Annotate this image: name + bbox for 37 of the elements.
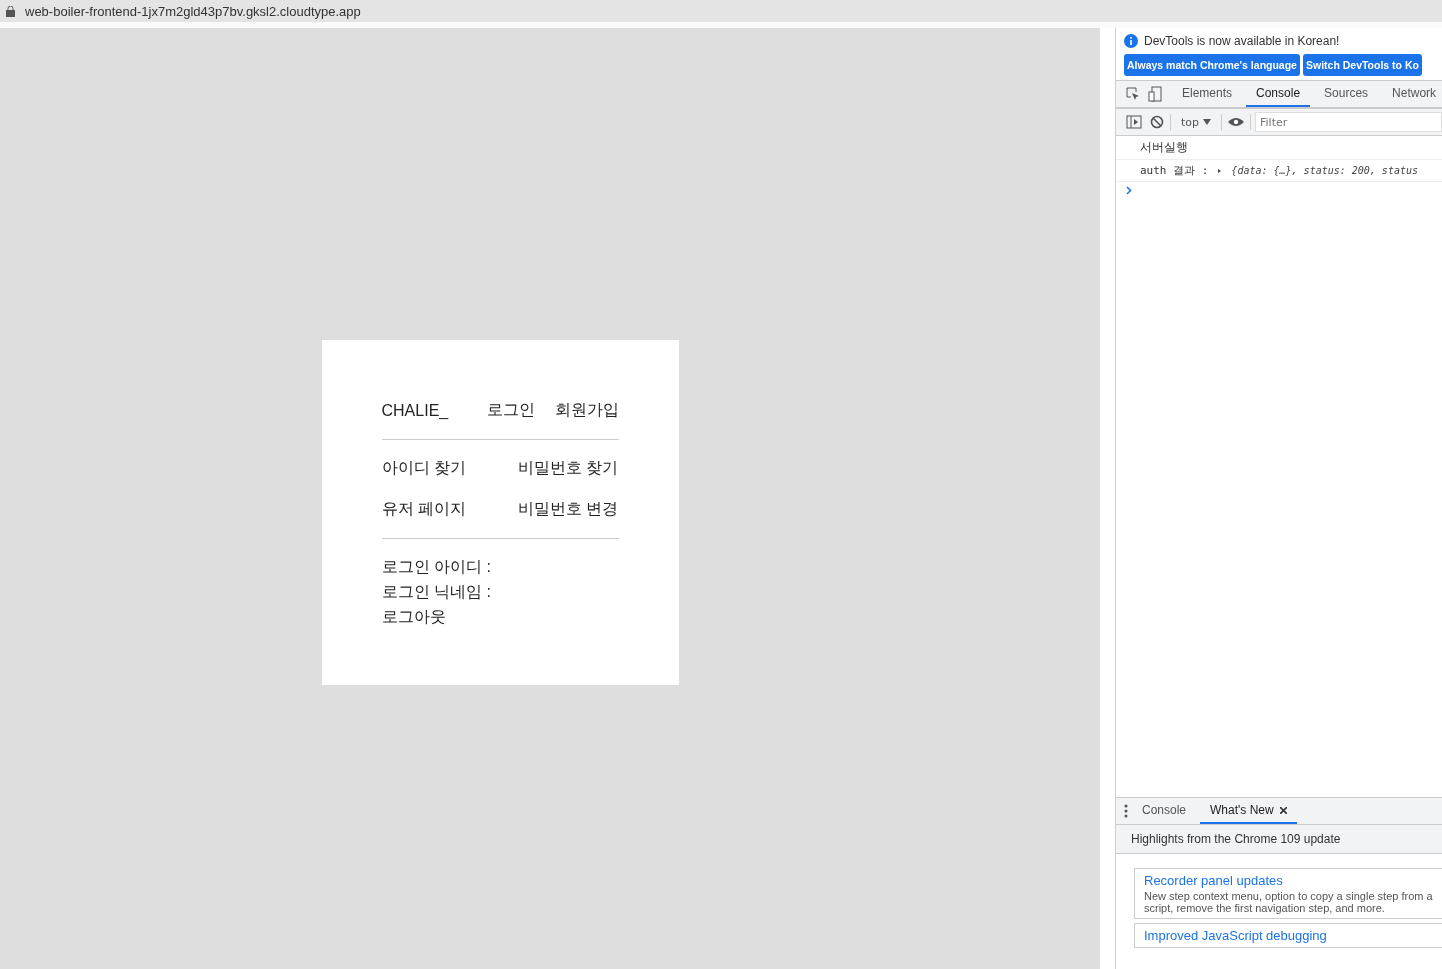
notice-text: DevTools is now available in Korean! bbox=[1144, 34, 1340, 48]
info-text: 로그아웃 bbox=[381, 607, 447, 627]
feature-description: New step context menu, option to copy a single step from a script, remove the first navigation step, and more. bbox=[1144, 891, 1433, 915]
devtools-tab[interactable]: Sources bbox=[1314, 81, 1379, 107]
caret-icon bbox=[1203, 119, 1212, 125]
prompt-icon bbox=[1126, 186, 1132, 195]
close-icon[interactable] bbox=[1279, 807, 1287, 814]
url-text[interactable]: web-boiler-frontend-1jx7m2gld43p7bv.gksl2.cloudtype.app bbox=[25, 3, 361, 19]
menu-link[interactable]: 비밀번호 변경 bbox=[518, 499, 619, 520]
info-text: 로그인 닉네임 : bbox=[381, 582, 492, 602]
context-dropdown[interactable]: top bbox=[1175, 114, 1218, 130]
more-icon[interactable] bbox=[1124, 804, 1128, 818]
info-icon bbox=[1124, 34, 1138, 48]
menu-link[interactable]: 유저 페이지 bbox=[381, 499, 466, 520]
console-label: auth 결과 : bbox=[1140, 163, 1209, 178]
drawer-tab[interactable]: Console bbox=[1132, 798, 1197, 824]
lock-icon bbox=[6, 5, 15, 17]
feature-link[interactable]: Improved JavaScript debugging bbox=[1144, 928, 1433, 944]
menu-link[interactable]: 아이디 찾기 bbox=[381, 458, 466, 479]
language-button[interactable]: Always match Chrome's language bbox=[1124, 54, 1300, 76]
nav-link[interactable]: 로그인 bbox=[486, 400, 535, 421]
clear-icon[interactable] bbox=[1148, 113, 1166, 131]
device-icon[interactable] bbox=[1146, 84, 1164, 104]
feature-link[interactable]: Recorder panel updates bbox=[1144, 873, 1433, 888]
brand-text: CHALIE_ bbox=[381, 401, 449, 420]
expand-icon[interactable] bbox=[1218, 166, 1222, 175]
nav-link[interactable]: 회원가입 bbox=[554, 400, 619, 421]
language-button[interactable]: Switch DevTools to Ko bbox=[1302, 54, 1422, 76]
filter-field[interactable]: Filter bbox=[1255, 112, 1442, 132]
info-text: 로그인 아이디 : bbox=[381, 557, 492, 577]
sidebar-icon[interactable] bbox=[1124, 113, 1144, 131]
object-preview[interactable]: {data: {…}, status: 200, status bbox=[1231, 165, 1418, 176]
console-message: 서버실행 bbox=[1140, 139, 1188, 156]
highlights-text: Highlights from the Chrome 109 update bbox=[1116, 825, 1442, 854]
menu-link[interactable]: 비밀번호 찾기 bbox=[518, 458, 619, 479]
devtools-tab[interactable]: Network bbox=[1382, 81, 1442, 107]
devtools-tab[interactable]: Elements bbox=[1172, 81, 1243, 107]
